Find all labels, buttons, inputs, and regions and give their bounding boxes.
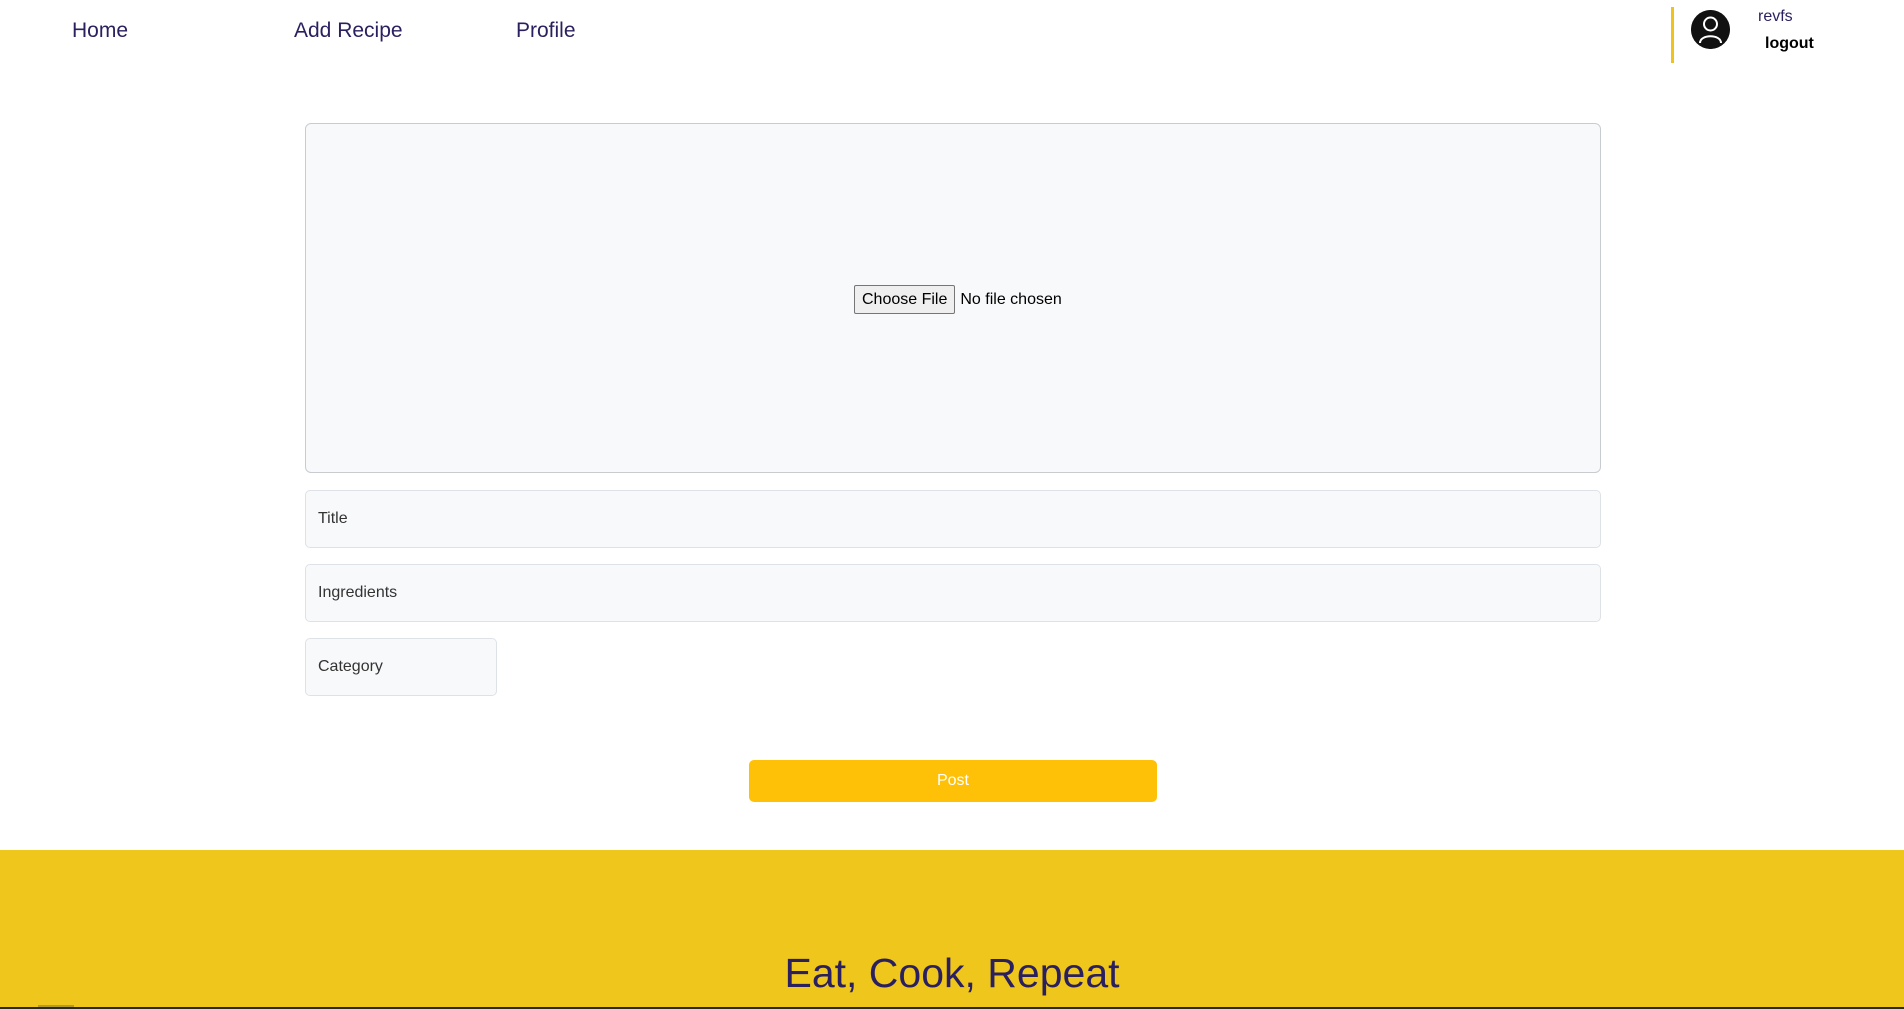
logout-link[interactable]: logout	[1765, 35, 1814, 53]
footer-divider	[38, 1005, 74, 1007]
choose-file-button[interactable]: Choose File	[854, 285, 956, 314]
category-input[interactable]: Category	[305, 638, 497, 696]
footer-tagline: Eat, Cook, Repeat	[784, 950, 1120, 996]
ingredients-input[interactable]: Ingredients	[305, 564, 1601, 622]
post-button[interactable]: Post	[749, 760, 1157, 802]
title-input[interactable]: Title	[305, 490, 1601, 548]
footer: Eat, Cook, Repeat	[0, 850, 1904, 1009]
nav-home-link[interactable]: Home	[72, 19, 128, 43]
file-input[interactable]: Choose File No file chosen	[854, 285, 1062, 314]
nav-profile-link[interactable]: Profile	[516, 19, 576, 43]
user-panel: revfs logout	[1671, 7, 1871, 63]
top-navbar: Home Add Recipe Profile revfs logout	[0, 0, 1904, 64]
nav-add-recipe-link[interactable]: Add Recipe	[294, 19, 403, 43]
user-avatar-icon	[1691, 10, 1730, 49]
file-status-text: No file chosen	[960, 290, 1062, 308]
image-upload-area[interactable]: Choose File No file chosen	[305, 123, 1601, 473]
username: revfs	[1758, 8, 1793, 25]
add-recipe-form: Choose File No file chosen Title Ingredi…	[305, 123, 1601, 696]
